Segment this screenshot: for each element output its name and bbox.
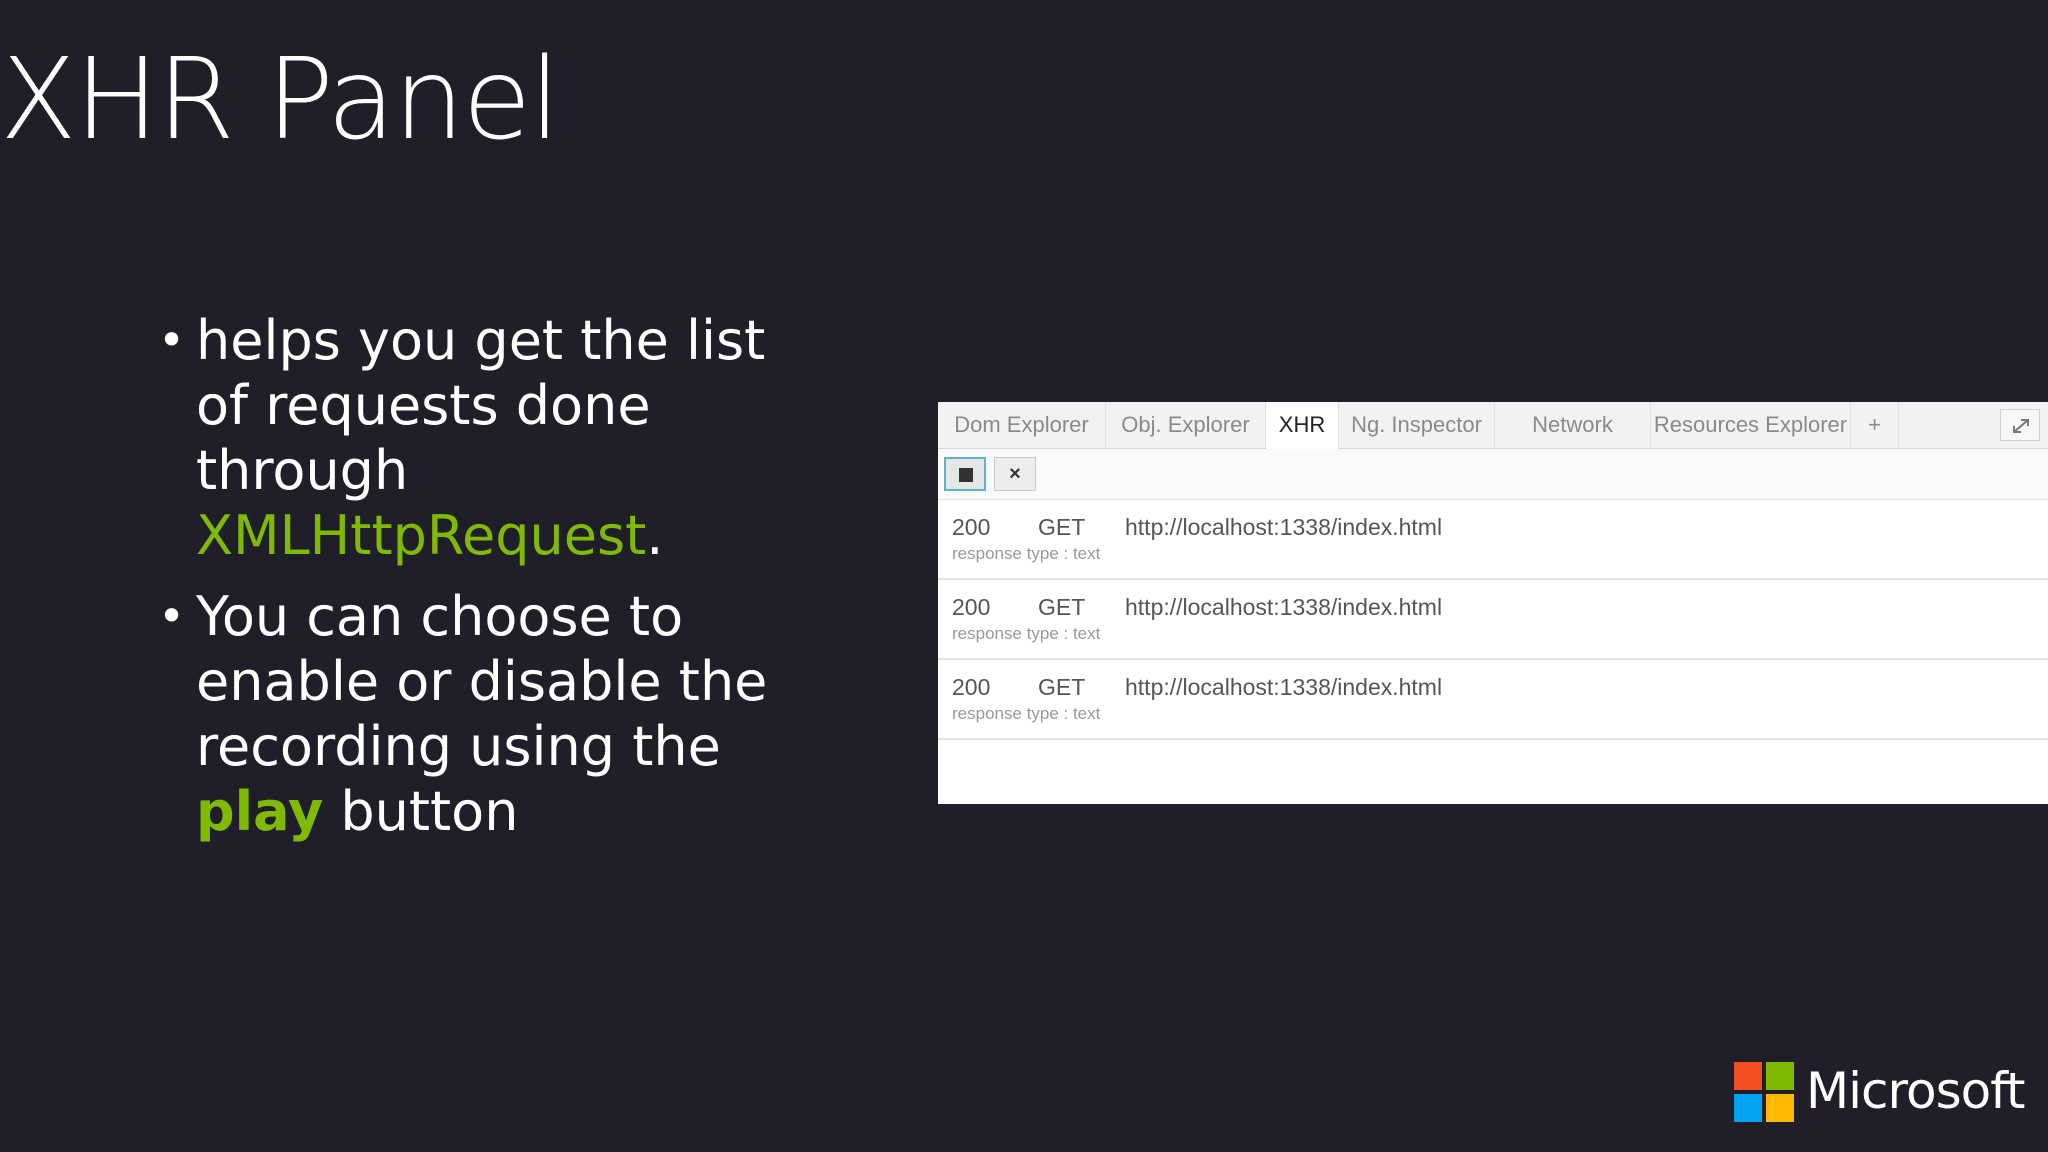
bullet-dot-icon: • — [158, 589, 186, 643]
request-row[interactable]: 200 GET http://localhost:1338/index.html… — [938, 500, 2048, 580]
tab-bar: Dom Explorer Obj. Explorer XHR Ng. Inspe… — [938, 402, 2048, 483]
tab-xhr[interactable]: XHR — [1266, 402, 1339, 449]
bullet-dot-icon: • — [158, 313, 186, 367]
close-icon: × — [1009, 463, 1021, 485]
request-list: 200 GET http://localhost:1338/index.html… — [938, 500, 2048, 740]
expand-button[interactable] — [2000, 409, 2040, 441]
microsoft-logo-icon — [1734, 1062, 1794, 1122]
slide-title: XHR Panel — [0, 35, 561, 165]
request-method: GET — [1038, 594, 1086, 620]
request-row[interactable]: 200 GET http://localhost:1338/index.html… — [938, 660, 2048, 740]
request-url: http://localhost:1338/index.html — [1125, 514, 1443, 540]
request-status: 200 — [952, 594, 991, 620]
tab-ng-inspector[interactable]: Ng. Inspector — [1339, 402, 1495, 448]
bullet-highlight: play — [196, 780, 324, 843]
xhr-devtools-panel: Dom Explorer Obj. Explorer XHR Ng. Inspe… — [938, 402, 2048, 804]
add-tab-button[interactable]: + — [1851, 402, 1899, 448]
bullet-text: helps you get the list of requests done … — [196, 309, 766, 502]
brand-name: Microsoft — [1806, 1062, 2026, 1120]
request-response-type: response type : text — [952, 704, 1101, 723]
bullet-highlight: XMLHttpRequest — [196, 504, 647, 567]
bullet-text: You can choose to enable or disable the … — [196, 585, 768, 778]
logo-square-yellow — [1766, 1094, 1794, 1122]
tab-resources-explorer[interactable]: Resources Explorer — [1651, 402, 1851, 448]
bullet-item: • helps you get the list of requests don… — [152, 308, 792, 568]
logo-square-green — [1766, 1062, 1794, 1090]
logo-square-blue — [1734, 1094, 1762, 1122]
record-toggle-button[interactable] — [944, 457, 986, 491]
request-url: http://localhost:1338/index.html — [1125, 594, 1443, 620]
request-method: GET — [1038, 514, 1086, 540]
request-url: http://localhost:1338/index.html — [1125, 674, 1443, 700]
request-status: 200 — [952, 514, 991, 540]
tab-dom-explorer[interactable]: Dom Explorer — [938, 402, 1106, 448]
request-row[interactable]: 200 GET http://localhost:1338/index.html… — [938, 580, 2048, 660]
expand-icon — [2013, 419, 2029, 433]
tab-obj-explorer[interactable]: Obj. Explorer — [1106, 402, 1266, 448]
request-method: GET — [1038, 674, 1086, 700]
bullet-text-end: . — [646, 504, 664, 567]
bullet-item: • You can choose to enable or disable th… — [152, 584, 792, 844]
bullet-list: • helps you get the list of requests don… — [152, 308, 792, 860]
request-response-type: response type : text — [952, 624, 1101, 643]
request-status: 200 — [952, 674, 991, 700]
xhr-toolbar: × — [938, 449, 2048, 500]
bullet-text-end: button — [323, 780, 519, 843]
clear-button[interactable]: × — [994, 457, 1036, 491]
tab-network-monitor[interactable]: Network Monitor — [1495, 402, 1651, 483]
logo-square-red — [1734, 1062, 1762, 1090]
stop-icon — [959, 468, 973, 482]
request-response-type: response type : text — [952, 544, 1101, 563]
